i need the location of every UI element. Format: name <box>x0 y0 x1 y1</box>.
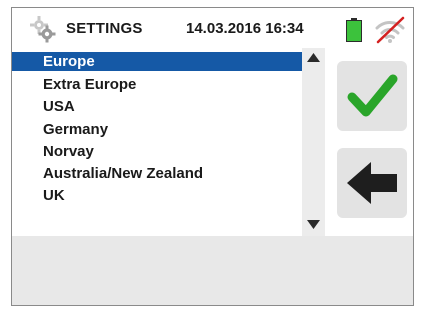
list-item[interactable]: Extra Europe <box>12 75 302 94</box>
list-item[interactable]: Germany <box>12 120 302 139</box>
settings-screen: SETTINGS 14.03.2016 16:34 Europe Extra E… <box>11 7 414 306</box>
list-item-label: Germany <box>43 121 109 138</box>
date-time: 14.03.2016 16:34 <box>186 20 304 37</box>
list-item-label: Europe <box>43 53 95 70</box>
wifi-off-icon <box>375 16 405 44</box>
list-scrollbar[interactable] <box>302 48 325 236</box>
list-item-label: Extra Europe <box>43 76 137 93</box>
list-item[interactable]: Norvay <box>12 142 302 161</box>
checkmark-icon <box>347 74 398 117</box>
battery-icon <box>346 18 362 42</box>
footer-bar <box>12 236 413 305</box>
region-list: Europe Extra Europe USA Germany Norvay A… <box>12 48 302 236</box>
list-item[interactable]: Australia/New Zealand <box>12 164 302 183</box>
gear-icon <box>30 16 56 43</box>
list-item[interactable]: UK <box>12 186 302 205</box>
list-item-label: USA <box>43 98 75 115</box>
list-item-label: Norvay <box>43 143 94 160</box>
list-item-label: UK <box>43 187 65 204</box>
status-header: SETTINGS 14.03.2016 16:34 <box>12 8 413 48</box>
region-list-panel: Europe Extra Europe USA Germany Norvay A… <box>12 48 325 236</box>
confirm-button[interactable] <box>337 61 407 131</box>
arrow-left-icon <box>347 162 397 204</box>
page-title: SETTINGS <box>66 20 143 37</box>
list-item-label: Australia/New Zealand <box>43 165 204 182</box>
scroll-down-icon[interactable] <box>307 220 320 229</box>
list-item[interactable]: Europe <box>12 52 302 71</box>
action-panel <box>325 48 413 236</box>
list-item[interactable]: USA <box>12 97 302 116</box>
scroll-up-icon[interactable] <box>307 53 320 62</box>
back-button[interactable] <box>337 148 407 218</box>
